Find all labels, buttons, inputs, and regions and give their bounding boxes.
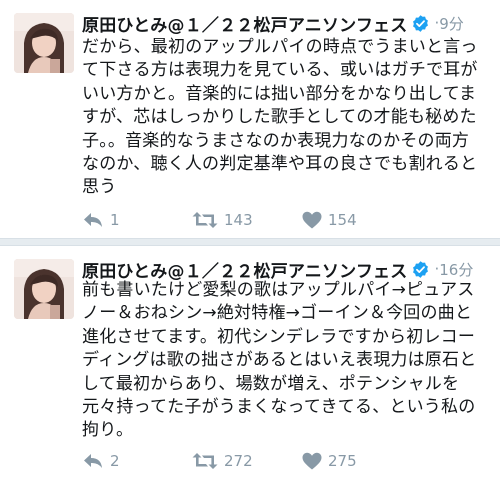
tweet-text-line: 前も書いたけど愛梨の歌はアップルパイ→ピュアス	[82, 280, 475, 300]
like-button[interactable]: 154	[302, 208, 412, 232]
reply-icon	[84, 213, 102, 227]
tweet-text-line: いい方かと。音楽的には拙い部分をかなり出してま	[82, 83, 477, 104]
tweet-header: 原田ひとみ@１／２２松戸アニソンフェス · 9分	[82, 10, 492, 36]
tweet-text-line: して最初からあり、場数が増え、ポテンシャルを	[82, 373, 460, 394]
avatar[interactable]	[14, 259, 74, 319]
author-name[interactable]: 原田ひとみ@１／２２松戸アニソンフェス	[82, 11, 407, 36]
like-count: 275	[328, 452, 357, 470]
reply-button[interactable]: 1	[82, 208, 192, 232]
tweet-actions: 2 272 275	[82, 449, 500, 473]
tweet-text-line: なのか、聴く人の判定基準や耳の良さでも割れると	[82, 154, 478, 175]
reply-count: 1	[110, 211, 120, 229]
heart-icon	[302, 452, 322, 470]
tweet-text: 前も書いたけど愛梨の歌はアップルパイ→ピュアス ノー＆おねシン→絶対特権→ゴーイ…	[82, 279, 492, 443]
retweet-icon	[192, 453, 218, 469]
tweet-text-line: 拘り。	[82, 420, 134, 441]
author-name[interactable]: 原田ひとみ@１／２２松戸アニソンフェス	[82, 257, 407, 282]
retweet-icon	[192, 212, 218, 228]
tweet-text-line: 思う	[82, 177, 117, 198]
verified-badge-icon	[413, 14, 429, 32]
avatar[interactable]	[14, 13, 74, 73]
timestamp[interactable]: 16分	[439, 259, 473, 280]
like-button[interactable]: 275	[302, 449, 412, 473]
reply-icon	[84, 454, 102, 468]
reply-count: 2	[110, 452, 120, 470]
tweet-text-line: ノー＆おねシン→絶対特権→ゴーイン＆今回の曲と	[82, 303, 473, 324]
retweet-button[interactable]: 143	[192, 208, 302, 232]
tweet-text-line: ディングは歌の拙さがあるとはいえ表現力は原石と	[82, 350, 477, 371]
tweet-text-line: 元々持ってた子がうまくなってきてる、という私の	[82, 397, 476, 418]
tweet-text-line: 子。。音楽的なうまさなのか表現力なのかその両方	[82, 130, 470, 151]
tweet-text-line: て下さる方は表現力を見ている、或いはガチで耳が	[82, 60, 478, 81]
tweet[interactable]: 原田ひとみ@１／２２松戸アニソンフェス · 9分 だから、最初のアップルパイの時…	[0, 0, 500, 238]
reply-button[interactable]: 2	[82, 449, 192, 473]
tweet[interactable]: 原田ひとみ@１／２２松戸アニソンフェス · 16分 前も書いたけど愛梨の歌はアッ…	[0, 246, 500, 485]
tweet-text: だから、最初のアップルパイの時点でうまいと言っ て下さる方は表現力を見ている、或…	[82, 36, 492, 200]
tweet-feed: 原田ひとみ@１／２２松戸アニソンフェス · 9分 だから、最初のアップルパイの時…	[0, 0, 500, 485]
like-count: 154	[328, 211, 357, 229]
tweet-text-line: だから、最初のアップルパイの時点でうまいと言っ	[82, 37, 478, 57]
verified-badge-icon	[413, 260, 429, 278]
heart-icon	[302, 211, 322, 229]
tweet-actions: 1 143 154	[82, 208, 500, 232]
tweet-text-line: すが、芯はしっかりした歌手としての才能も秘めた	[82, 107, 477, 128]
retweet-button[interactable]: 272	[192, 449, 302, 473]
tweet-divider	[0, 238, 500, 246]
retweet-count: 143	[224, 211, 253, 229]
retweet-count: 272	[224, 452, 253, 470]
timestamp[interactable]: 9分	[439, 13, 464, 34]
tweet-text-line: 進化させてます。初代シンデレラですから初レコー	[82, 326, 476, 347]
